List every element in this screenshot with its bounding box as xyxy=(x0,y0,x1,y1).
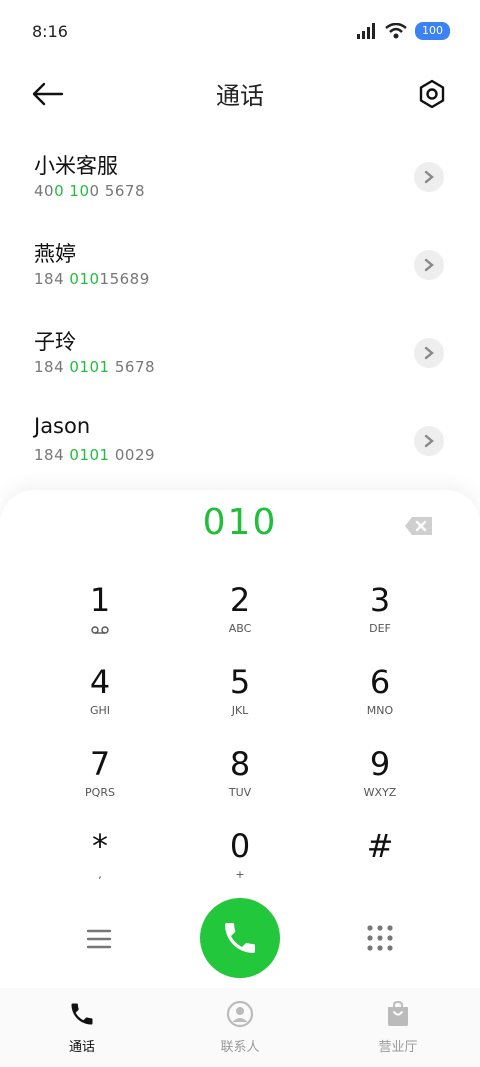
contact-list: 小米客服 400 100 5678 燕婷 184 01015689 子玲 184… xyxy=(0,140,480,492)
contact-detail-button[interactable] xyxy=(414,338,444,368)
key-6[interactable]: 6 MNO xyxy=(310,662,450,742)
phone-icon xyxy=(225,923,255,953)
key-star[interactable]: * , xyxy=(30,826,170,906)
signal-icon xyxy=(357,23,375,39)
tab-label: 营业厅 xyxy=(378,1040,418,1055)
wifi-icon xyxy=(385,23,407,39)
voicemail-icon xyxy=(91,626,109,634)
key-hash[interactable]: # xyxy=(310,826,450,906)
dialer-panel: 010 1 2 ABC 3 DEF 4 GHI 5 JKL 6 MNO 7 PQ… xyxy=(0,490,480,1067)
key-4[interactable]: 4 GHI xyxy=(30,662,170,742)
key-2[interactable]: 2 ABC xyxy=(170,580,310,660)
call-button[interactable] xyxy=(200,898,280,978)
key-8[interactable]: 8 TUV xyxy=(170,744,310,824)
contact-name: Jason xyxy=(34,414,91,438)
chevron-right-icon xyxy=(424,434,434,448)
person-icon xyxy=(226,1000,254,1028)
call-controls xyxy=(0,898,480,982)
key-9[interactable]: 9 WXYZ xyxy=(310,744,450,824)
settings-icon[interactable] xyxy=(416,78,448,110)
phone-icon xyxy=(71,1003,93,1025)
keypad-grid-icon[interactable] xyxy=(366,924,394,952)
contact-detail-button[interactable] xyxy=(414,250,444,280)
status-time: 8:16 xyxy=(32,22,68,41)
status-bar: 8:16 100 xyxy=(0,0,480,60)
chevron-right-icon xyxy=(424,346,434,360)
contact-name: 燕婷 xyxy=(34,242,76,266)
chevron-right-icon xyxy=(424,258,434,272)
contact-row[interactable]: 燕婷 184 01015689 xyxy=(0,228,480,316)
menu-icon[interactable] xyxy=(86,926,112,952)
contact-detail-button[interactable] xyxy=(414,162,444,192)
contact-row[interactable]: 子玲 184 0101 5678 xyxy=(0,316,480,404)
key-5[interactable]: 5 JKL xyxy=(170,662,310,742)
key-0[interactable]: 0 + xyxy=(170,826,310,906)
contact-name: 子玲 xyxy=(34,330,76,354)
backspace-icon[interactable] xyxy=(404,516,434,536)
tab-label: 通话 xyxy=(68,1040,95,1055)
key-1[interactable]: 1 xyxy=(30,580,170,660)
contact-number: 184 0101 0029 xyxy=(34,446,156,464)
bottom-tab-bar: 通话 联系人 营业厅 xyxy=(0,988,480,1067)
tab-contacts[interactable]: 联系人 xyxy=(190,1000,290,1055)
page-title: 通话 xyxy=(216,82,264,110)
tab-calls[interactable]: 通话 xyxy=(32,1000,132,1055)
contact-number: 184 01015689 xyxy=(34,270,150,288)
contact-row[interactable]: Jason 184 0101 0029 xyxy=(0,404,480,492)
key-7[interactable]: 7 PQRS xyxy=(30,744,170,824)
shopping-bag-icon xyxy=(388,1000,408,1026)
contact-number: 184 0101 5678 xyxy=(34,358,156,376)
battery-indicator: 100 xyxy=(415,22,450,40)
contact-name: 小米客服 xyxy=(34,154,118,178)
status-icons: 100 xyxy=(357,22,450,40)
contact-row[interactable]: 小米客服 400 100 5678 xyxy=(0,140,480,228)
header: 通话 xyxy=(0,68,480,120)
chevron-right-icon xyxy=(424,170,434,184)
contact-number: 400 100 5678 xyxy=(34,182,145,200)
tab-service-hall[interactable]: 营业厅 xyxy=(348,1000,448,1055)
tab-label: 联系人 xyxy=(220,1040,260,1055)
key-3[interactable]: 3 DEF xyxy=(310,580,450,660)
contact-detail-button[interactable] xyxy=(414,426,444,456)
